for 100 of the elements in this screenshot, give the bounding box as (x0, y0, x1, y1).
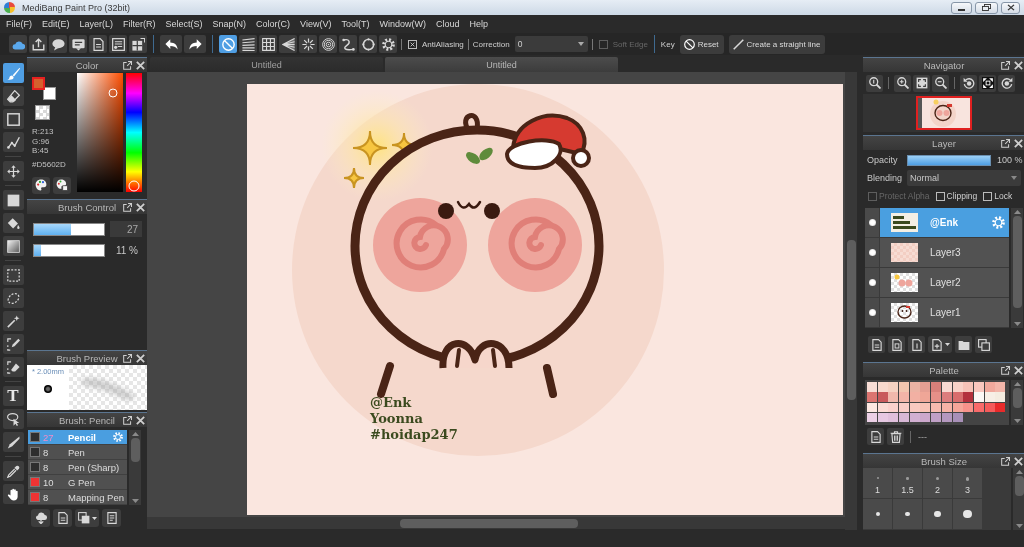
color-swatch[interactable] (995, 382, 1006, 392)
transparent-swatch[interactable] (35, 105, 50, 120)
slider[interactable] (33, 244, 105, 257)
down-arrow-icon[interactable] (1013, 322, 1021, 326)
popout-icon[interactable] (123, 60, 132, 70)
brush-size-preset[interactable]: 1.5 (893, 468, 922, 498)
ring-icon[interactable] (108, 88, 118, 98)
scrollbar-thumb[interactable] (846, 240, 856, 400)
tool-button[interactable] (2, 311, 24, 331)
scrollbar-thumb[interactable] (1012, 388, 1022, 408)
color-swatch[interactable] (984, 402, 995, 413)
menu-item[interactable]: Color(C) (256, 19, 291, 29)
up-arrow-icon[interactable] (1013, 382, 1021, 386)
menu-item[interactable]: Help (469, 19, 488, 29)
canvas-page[interactable]: @Enk Yoonna #hoidap247 (247, 84, 843, 515)
color-swatch[interactable] (888, 392, 899, 402)
visibility-dot-icon[interactable] (868, 219, 876, 226)
color-swatch[interactable] (867, 412, 877, 423)
close-icon[interactable] (136, 415, 145, 425)
popout-icon[interactable] (123, 415, 132, 425)
brush-size-preset[interactable]: 2 (923, 468, 952, 498)
palette-button[interactable] (32, 176, 50, 194)
menu-item[interactable]: Filter(R) (123, 19, 156, 29)
blending-dropdown[interactable]: Normal (907, 170, 1021, 186)
toolbar-button[interactable] (109, 35, 127, 53)
color-swatch[interactable] (867, 392, 877, 402)
color-swatch[interactable] (877, 402, 888, 413)
color-swatch[interactable] (909, 382, 920, 392)
popout-icon[interactable] (1001, 60, 1010, 70)
scrollbar-thumb[interactable] (400, 518, 578, 528)
hue-slider[interactable] (126, 73, 142, 192)
visibility-dot-icon[interactable] (868, 309, 876, 316)
color-swatch[interactable] (899, 412, 910, 423)
rotate-right-button[interactable] (998, 74, 1015, 92)
color-swatch[interactable] (941, 412, 952, 423)
copy-button[interactable] (75, 509, 99, 527)
color-swatch[interactable] (867, 402, 877, 413)
delete-button[interactable] (887, 428, 904, 445)
text-tool-button[interactable]: T (2, 386, 24, 406)
layer-item[interactable]: Layer3 (865, 238, 1009, 268)
scrollbar[interactable] (129, 430, 141, 505)
close-icon[interactable] (1014, 456, 1023, 466)
popout-icon[interactable] (1001, 365, 1010, 375)
minimize-button[interactable] (951, 1, 972, 14)
popout-icon[interactable] (1001, 138, 1010, 148)
popout-icon[interactable] (1001, 456, 1010, 466)
color-swatch[interactable] (909, 402, 920, 413)
scrollbar[interactable] (1011, 380, 1023, 425)
zoom-reset-button[interactable] (866, 74, 883, 92)
color-swatch[interactable] (995, 402, 1006, 413)
toolbar-button[interactable] (29, 35, 47, 53)
snap-button[interactable] (299, 35, 317, 53)
zoom-in-button[interactable] (894, 74, 911, 92)
menu-item[interactable]: Edit(E) (42, 19, 70, 29)
brush-size-preset[interactable] (923, 499, 952, 529)
duplicate-button[interactable] (975, 336, 992, 353)
close-icon[interactable] (1014, 365, 1023, 375)
tool-button[interactable] (2, 236, 24, 256)
color-swatch[interactable] (952, 392, 963, 402)
color-swatch[interactable] (963, 392, 974, 402)
close-button[interactable] (1001, 1, 1020, 14)
brush-size-preset[interactable] (953, 499, 982, 529)
close-icon[interactable] (136, 353, 145, 363)
color-swatch[interactable] (941, 392, 952, 402)
up-arrow-icon[interactable] (131, 432, 139, 436)
checkbox[interactable] (408, 39, 417, 49)
scrollbar[interactable] (147, 517, 845, 529)
close-icon[interactable] (136, 60, 145, 70)
checkbox[interactable] (983, 191, 993, 201)
snap-button[interactable] (279, 35, 297, 53)
straight-line-button[interactable]: Create a straight line (728, 34, 826, 54)
color-swatch[interactable] (931, 412, 942, 423)
tool-button[interactable] (2, 161, 24, 181)
color-swatch[interactable] (984, 382, 995, 392)
color-swatch[interactable] (920, 402, 931, 413)
color-swatch[interactable] (888, 382, 899, 392)
menu-item[interactable]: File(F) (6, 19, 32, 29)
menu-item[interactable]: Tool(T) (341, 19, 370, 29)
page-line-button[interactable] (908, 336, 925, 353)
color-swatch[interactable] (952, 382, 963, 392)
tool-button[interactable] (2, 213, 24, 233)
color-swatch[interactable] (877, 412, 888, 423)
scrollbar[interactable] (845, 72, 857, 530)
close-icon[interactable] (1014, 60, 1023, 70)
scrollbar-thumb[interactable] (130, 438, 140, 462)
brush-item[interactable]: 8 Mapping Pen (28, 490, 127, 505)
snap-button[interactable] (359, 35, 377, 53)
new-page-button[interactable] (867, 428, 884, 445)
toolbar-button[interactable] (49, 35, 67, 53)
foreground-swatch[interactable] (32, 77, 45, 90)
tool-button[interactable] (2, 63, 24, 83)
zoom-out-button[interactable] (932, 74, 949, 92)
toolbar-button[interactable] (69, 35, 87, 53)
reset-button[interactable]: Reset (679, 34, 724, 54)
tool-button[interactable] (2, 288, 24, 308)
snap-button[interactable] (379, 35, 397, 53)
color-swatch[interactable] (931, 382, 942, 392)
color-swatch[interactable] (877, 392, 888, 402)
down-arrow-icon[interactable] (1013, 419, 1021, 423)
menu-item[interactable]: Cloud (435, 19, 460, 29)
